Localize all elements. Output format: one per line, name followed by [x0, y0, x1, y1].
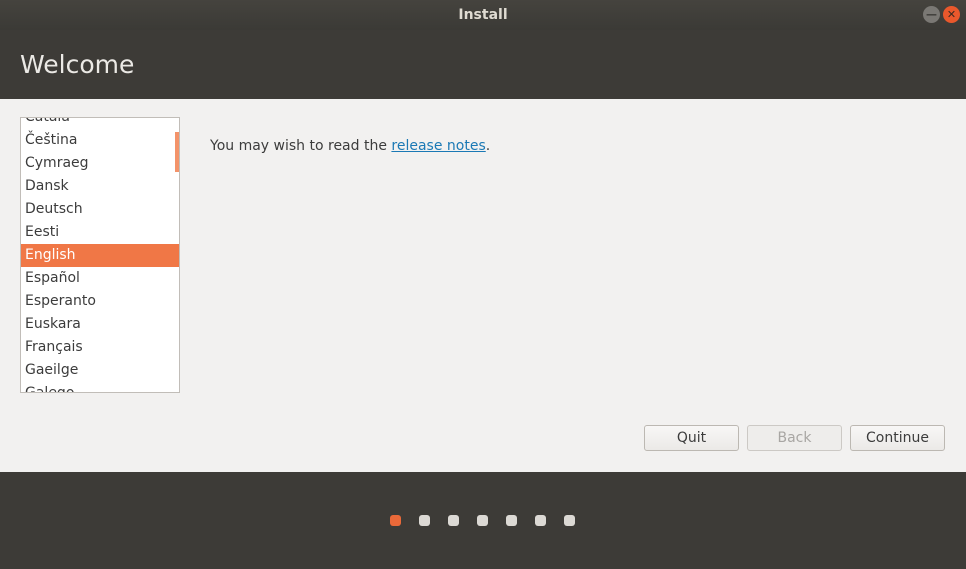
language-item[interactable]: Eesti: [21, 221, 179, 244]
scrollbar[interactable]: [175, 132, 179, 172]
page-title: Welcome: [20, 50, 135, 79]
language-item[interactable]: Čeština: [21, 129, 179, 152]
progress-footer: [0, 472, 966, 569]
progress-dot: [419, 515, 430, 526]
back-button[interactable]: Back: [747, 425, 842, 451]
progress-dot: [448, 515, 459, 526]
language-item[interactable]: Deutsch: [21, 198, 179, 221]
language-item[interactable]: Gaeilge: [21, 359, 179, 382]
language-item[interactable]: Euskara: [21, 313, 179, 336]
language-item[interactable]: Français: [21, 336, 179, 359]
title-bar: Install — ✕: [0, 0, 966, 30]
language-item[interactable]: Español: [21, 267, 179, 290]
progress-dot: [535, 515, 546, 526]
quit-button[interactable]: Quit: [644, 425, 739, 451]
language-item[interactable]: Dansk: [21, 175, 179, 198]
close-icon[interactable]: ✕: [943, 6, 960, 23]
release-notes-message: You may wish to read the release notes.: [210, 138, 490, 154]
language-item[interactable]: Galego: [21, 382, 179, 392]
continue-button[interactable]: Continue: [850, 425, 945, 451]
language-item[interactable]: Català: [21, 118, 179, 129]
progress-dot: [506, 515, 517, 526]
window-title: Install: [458, 7, 508, 23]
progress-dot: [564, 515, 575, 526]
language-item[interactable]: English: [21, 244, 179, 267]
minimize-icon[interactable]: —: [923, 6, 940, 23]
language-list[interactable]: Galego Gaeilge Français Euskara Esperanto Esp…: [20, 117, 180, 393]
release-notes-link[interactable]: release notes: [391, 138, 485, 154]
language-item[interactable]: Esperanto: [21, 290, 179, 313]
progress-dot: [390, 515, 401, 526]
message-text: You may wish to read the: [210, 138, 392, 154]
language-item[interactable]: Cymraeg: [21, 152, 179, 175]
message-suffix: .: [485, 138, 491, 154]
header: Welcome: [0, 30, 966, 99]
progress-dot: [477, 515, 488, 526]
